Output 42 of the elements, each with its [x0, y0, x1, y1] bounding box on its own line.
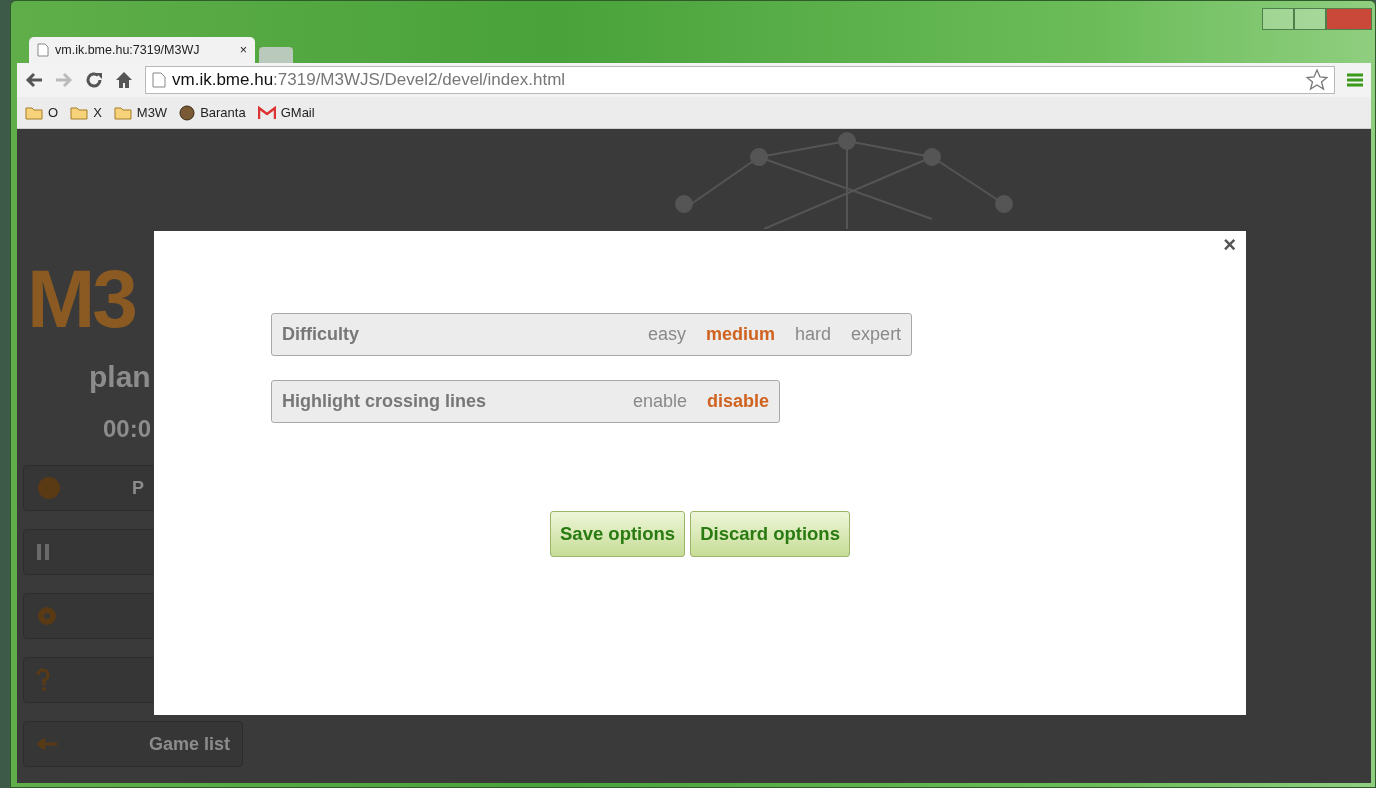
reload-icon [85, 71, 103, 89]
option-label: Highlight crossing lines [282, 390, 487, 413]
graph-node [675, 195, 693, 213]
page-icon [152, 72, 166, 88]
url-text: vm.ik.bme.hu:7319/M3WJS/Devel2/devel/index.html [172, 69, 566, 92]
folder-icon [113, 105, 132, 120]
bookmark[interactable]: M3W [113, 102, 168, 123]
bookmark[interactable]: Baranta [179, 102, 246, 123]
page-icon [37, 43, 49, 57]
address-bar[interactable]: vm.ik.bme.hu:7319/M3WJS/Devel2/devel/index.html [145, 66, 1335, 94]
tab-title: vm.ik.bme.hu:7319/M3WJ [55, 41, 201, 59]
forward-arrow-icon [55, 72, 73, 88]
menu-icon [1347, 72, 1363, 88]
logo-text: M3 [27, 258, 136, 340]
pause-icon [36, 542, 50, 562]
minimize-button[interactable] [1262, 8, 1294, 30]
star-icon [1306, 69, 1328, 91]
bookmark[interactable]: O [25, 102, 59, 123]
discard-button[interactable]: Discard options [690, 511, 850, 557]
folder-icon [70, 105, 89, 120]
close-button[interactable]: × [1223, 233, 1236, 258]
folder-icon [25, 105, 43, 120]
graph-node [750, 148, 768, 166]
option-label: Difficulty [282, 323, 359, 346]
timer-text: 00:0 [103, 414, 153, 444]
bookmark[interactable]: X [70, 102, 102, 123]
back-arrow-icon [25, 72, 43, 88]
bookmark[interactable]: GMail [257, 102, 315, 123]
maximize-button[interactable] [1294, 8, 1326, 30]
save-button[interactable]: Save options [550, 511, 686, 557]
back-arrow-icon [36, 737, 58, 751]
menu-button[interactable]: Game list [23, 721, 243, 767]
close-icon[interactable]: × [239, 40, 247, 60]
round-logo-icon [179, 104, 196, 121]
home-icon [115, 71, 133, 89]
browser-tab[interactable]: vm.ik.bme.hu:7319/M3WJ × [29, 37, 255, 63]
graph-node [838, 132, 856, 150]
question-mark-icon [36, 668, 50, 692]
graph-node [995, 195, 1013, 213]
mail-icon [257, 105, 276, 120]
game-title: plan [89, 359, 152, 395]
graph-node [923, 148, 941, 166]
